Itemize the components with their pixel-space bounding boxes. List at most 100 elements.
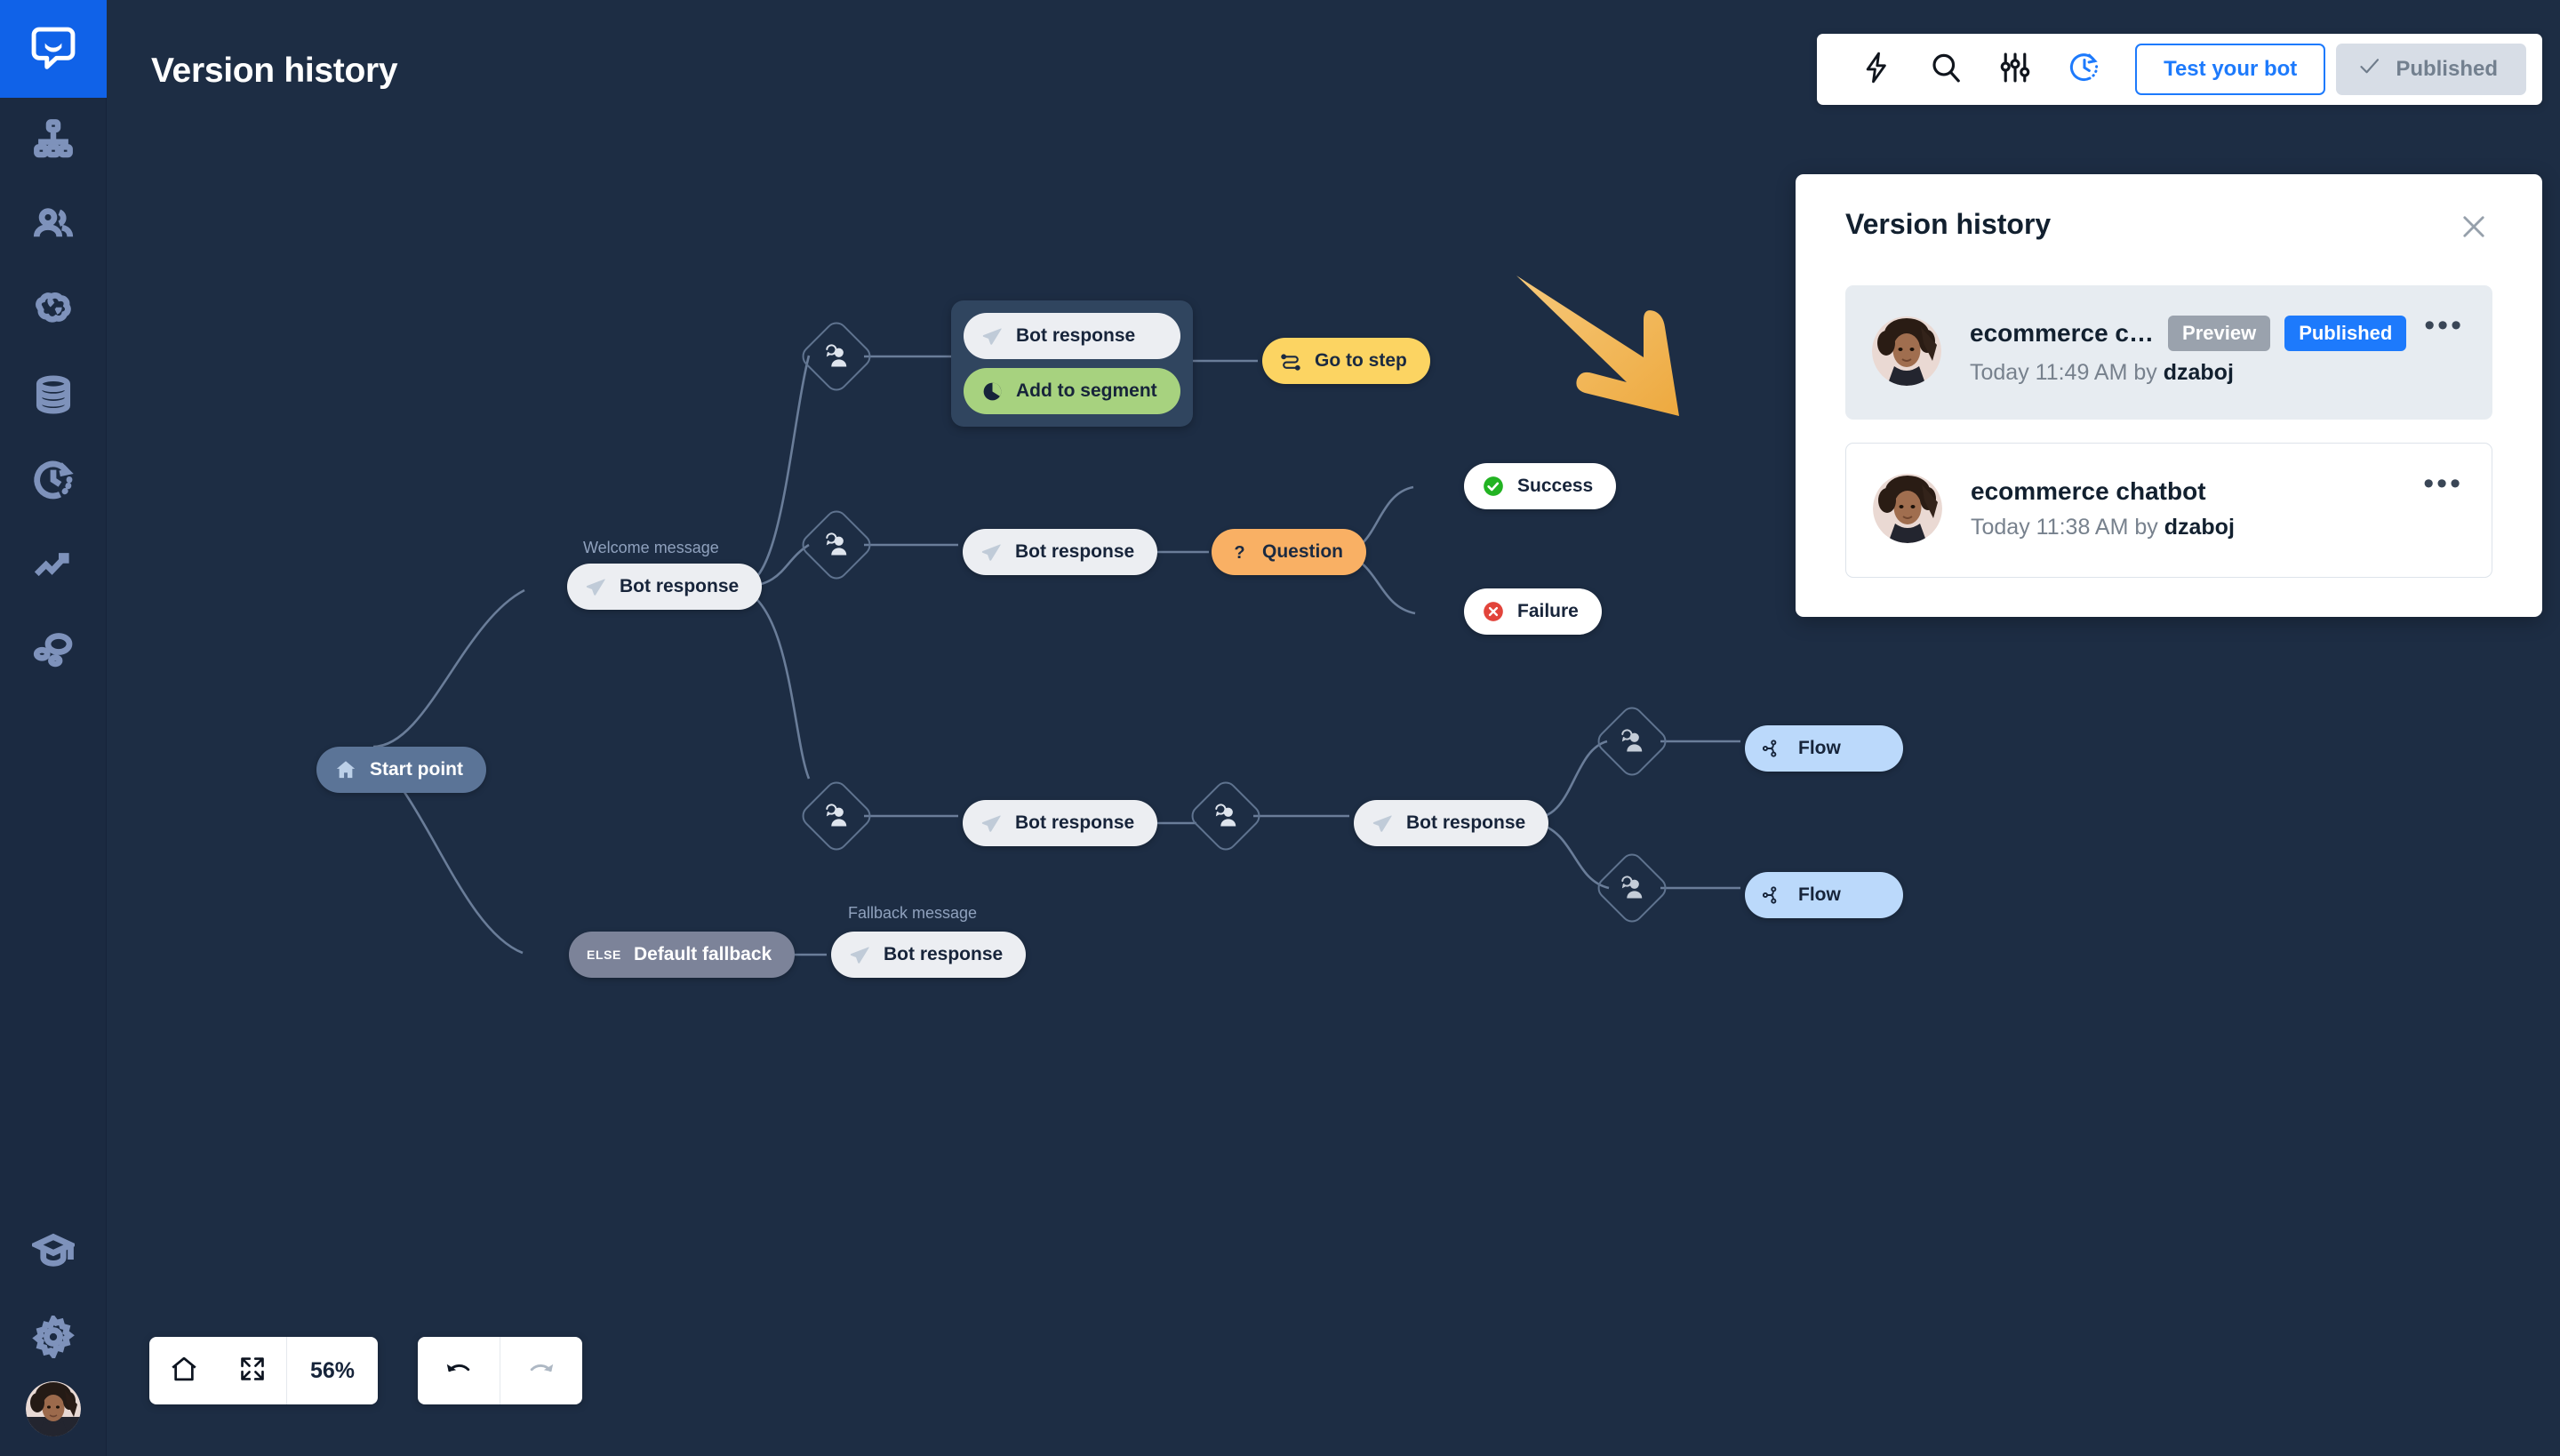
sidebar-item-users[interactable] [0,183,107,268]
sidebar-avatar[interactable] [25,1381,81,1436]
sidebar-item-ai-knowledge[interactable] [0,268,107,354]
home-icon [169,1354,199,1388]
flow-node-fallback-bot-response[interactable]: Bot response [831,932,1027,978]
flow-node-lower-bot-response-2[interactable]: Bot response [1354,800,1549,846]
flow-node-default-fallback[interactable]: ELSE Default fallback [569,932,796,978]
automations-button[interactable] [1842,34,1911,105]
home-icon [334,758,357,781]
version-history-item-row: ecommerce chatbot [1971,477,2465,506]
send-plane-icon [980,541,1003,564]
top-toolbar: Test your bot Published [1817,34,2542,105]
check-icon [2357,54,2381,84]
flow-node-label: Bot response [884,944,1004,964]
version-history-header: Version history [1845,208,2492,250]
user-reply-icon [1212,803,1239,829]
fit-to-screen-icon [238,1355,267,1388]
flow-node-failure[interactable]: Failure [1464,588,1602,635]
node-label-welcome-message: Welcome message [583,539,719,556]
flow-node-label: Success [1517,476,1594,496]
lightning-bolt-icon [1860,51,1893,89]
version-history-item-row: ecommerce c… Preview Published [1970,316,2466,351]
flow-group-box[interactable]: Bot response Add to segment [951,300,1193,427]
flow-node-add-to-segment[interactable]: Add to segment [964,368,1180,414]
flow-node-label: Bot response [1015,812,1135,833]
failure-icon [1482,600,1505,623]
undo-icon [443,1356,475,1387]
version-author: dzaboj [2164,514,2235,540]
flow-node-label: Failure [1517,601,1579,621]
flow-node-label: Default fallback [633,944,772,964]
user-reply-icon [823,532,850,558]
else-tag: ELSE [587,948,621,962]
database-icon [33,374,74,420]
send-plane-icon [981,325,1004,348]
version-history-item[interactable]: ••• [1845,285,2492,420]
fit-to-screen-button[interactable] [219,1337,286,1404]
send-plane-icon [849,944,871,966]
settings-sliders-button[interactable] [1980,34,2050,105]
flow-node-label: Start point [370,759,463,780]
version-name: ecommerce c… [1970,319,2155,347]
send-plane-icon [980,812,1003,835]
history-clock-icon [2068,51,2101,89]
question-icon: ? [1229,541,1250,564]
sidebar-item-integrations[interactable] [0,610,107,695]
redo-icon [525,1356,557,1387]
flow-node-success[interactable]: Success [1464,463,1617,509]
sidebar-item-database[interactable] [0,354,107,439]
send-plane-icon [585,576,607,598]
avatar [1872,316,1941,386]
zoom-toolbar: 56% [149,1337,379,1404]
version-history-item-body: ecommerce c… Preview Published Today 11:… [1970,316,2466,386]
undo-button[interactable] [418,1337,500,1404]
flow-node-bot-response[interactable]: Bot response [964,313,1180,359]
node-label-fallback-message: Fallback message [848,904,978,922]
sidebar-item-flows[interactable] [0,98,107,183]
send-plane-icon [1372,812,1394,835]
version-meta-prefix: Today 11:49 AM by [1970,360,2164,385]
flow-node-flow-1[interactable]: Flow [1745,725,1903,772]
flow-node-label: Bot response [1016,325,1136,346]
flow-branch-icon [1763,738,1786,759]
published-label: Published [2396,57,2498,81]
flow-node-question[interactable]: ? Question [1212,529,1367,575]
flow-node-label: Bot response [1015,541,1135,562]
version-history-button[interactable] [2050,34,2119,105]
flow-node-go-to-step[interactable]: Go to step [1262,338,1430,384]
version-meta-prefix: Today 11:38 AM by [1971,514,2164,540]
search-button[interactable] [1911,34,1980,105]
home-view-button[interactable] [149,1337,219,1404]
flow-node-start-point[interactable]: Start point [316,747,486,793]
close-icon[interactable] [2455,208,2492,250]
user-reply-icon [1619,875,1645,901]
version-history-panel: Version history ••• ecommerce c… Preview… [1796,174,2542,617]
redo-button[interactable] [500,1337,582,1404]
sidebar-item-settings[interactable] [0,1296,107,1381]
version-history-item[interactable]: ••• [1845,443,2492,578]
flow-node-welcome-bot-response[interactable]: Bot response [567,564,763,610]
flow-node-flow-2[interactable]: Flow [1745,872,1903,918]
svg-text:?: ? [1234,543,1244,563]
more-options-icon[interactable]: ••• [2424,310,2464,340]
more-options-icon[interactable]: ••• [2423,468,2463,499]
chatbot-logo-icon[interactable] [0,0,107,98]
flow-node-label: Go to step [1315,350,1407,371]
search-icon [1929,51,1963,89]
version-history-item-body: ecommerce chatbot Today 11:38 AM by dzab… [1971,477,2465,540]
sidebar-item-analytics[interactable] [0,524,107,610]
flow-node-label: Flow [1798,884,1841,905]
sidebar-item-history[interactable] [0,439,107,524]
history-clock-icon [32,459,75,506]
preview-badge[interactable]: Preview [2168,316,2271,351]
sliders-icon [1998,51,2032,89]
sidebar-item-academy[interactable] [0,1211,107,1296]
published-status-button[interactable]: Published [2336,44,2526,95]
published-badge[interactable]: Published [2284,316,2407,351]
trending-up-icon [32,544,75,591]
goto-step-icon [1280,350,1302,372]
zoom-level-value[interactable]: 56% [287,1337,378,1404]
version-history-list: ••• ecommerce c… Preview Published Today… [1845,285,2492,578]
test-your-bot-button[interactable]: Test your bot [2135,44,2326,95]
flow-node-lower-bot-response-1[interactable]: Bot response [963,800,1158,846]
flow-node-mid-bot-response[interactable]: Bot response [963,529,1158,575]
